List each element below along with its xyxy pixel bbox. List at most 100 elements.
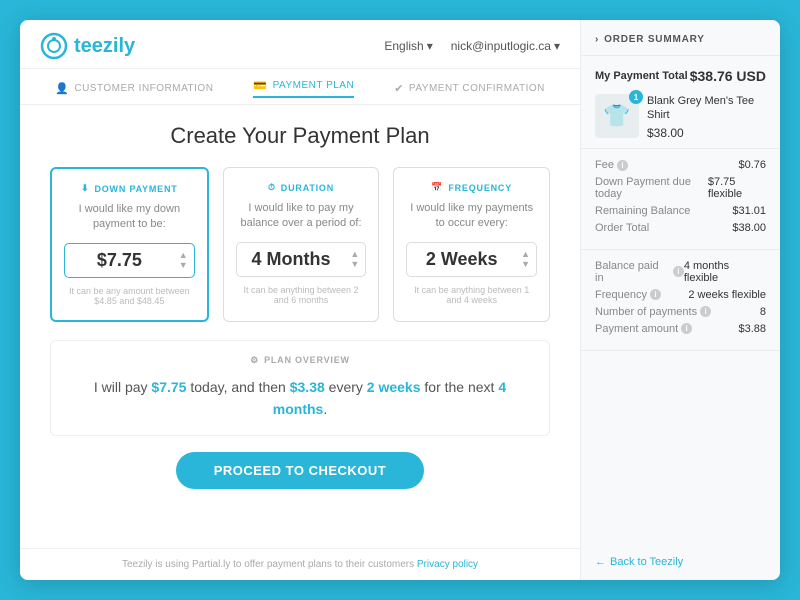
info-value-balance: 4 months flexible <box>684 260 766 284</box>
fee-label-fee: Fee i <box>595 159 628 171</box>
page-footer: Teezily is using Partial.ly to offer pay… <box>20 548 580 580</box>
info-row-amount: Payment amount i $3.88 <box>595 323 766 335</box>
footer-text: Teezily is using Partial.ly to offer pay… <box>122 559 414 570</box>
header-right: English ▾ nick@inputlogic.ca ▾ <box>384 39 560 53</box>
down-payment-card: ⬇ Down Payment I would like my down paym… <box>50 167 209 322</box>
duration-value: 4 Months <box>247 249 336 270</box>
info-label-frequency: Frequency i <box>595 289 661 301</box>
fee-value-fee: $0.76 <box>738 159 766 171</box>
down-payment-hint: It can be any amount between $4.85 and $… <box>64 286 195 306</box>
sidebar-total-value: $38.76 USD <box>690 68 766 84</box>
step-customer-info[interactable]: 👤 Customer Information <box>55 79 213 98</box>
down-payment-value: $7.75 <box>75 250 164 271</box>
step-payment-plan[interactable]: 💳 Payment Plan <box>253 79 354 98</box>
plan-intro: I will pay <box>94 379 152 395</box>
step-confirmation[interactable]: ✔ Payment Confirmation <box>394 79 545 98</box>
down-payment-up[interactable]: ▲ <box>179 251 188 260</box>
back-link[interactable]: ← Back to Teezily <box>581 544 780 580</box>
user-email: nick@inputlogic.ca <box>451 39 551 53</box>
duration-input[interactable]: 4 Months ▲ ▼ <box>236 242 367 277</box>
frequency-header: 📅 Frequency <box>406 182 537 193</box>
plan-recurring-amount: $3.38 <box>290 379 325 395</box>
fee-row-down: Down Payment due today $7.75 flexible <box>595 176 766 200</box>
duration-up[interactable]: ▲ <box>350 250 359 259</box>
fee-row-remaining: Remaining Balance $31.01 <box>595 205 766 217</box>
fee-value-down: $7.75 flexible <box>708 176 766 200</box>
info-rows: Balance paid in i 4 months flexible Freq… <box>581 250 780 351</box>
logo-text: teezily <box>74 35 135 58</box>
fee-label-down: Down Payment due today <box>595 176 708 200</box>
sidebar-total-section: My Payment Total $38.76 USD 👕 1 Blank Gr… <box>581 56 780 149</box>
fee-value-total: $38.00 <box>732 222 766 234</box>
product-price: $38.00 <box>647 126 766 140</box>
plan-overview-label: Plan Overview <box>264 355 350 365</box>
frequency-spinners: ▲ ▼ <box>521 250 530 269</box>
frequency-hint: It can be anything between 1 and 4 weeks <box>406 285 537 305</box>
down-payment-spinners: ▲ ▼ <box>179 251 188 270</box>
fee-label-remaining: Remaining Balance <box>595 205 690 217</box>
sidebar-title: Order Summary <box>604 34 705 45</box>
sidebar-header: › Order Summary <box>581 20 780 56</box>
plan-icon: ⚙ <box>250 355 259 366</box>
down-payment-icon: ⬇ <box>81 183 89 194</box>
step-confirmation-label: Payment Confirmation <box>409 83 545 94</box>
user-menu[interactable]: nick@inputlogic.ca ▾ <box>451 39 560 53</box>
frequency-input[interactable]: 2 Weeks ▲ ▼ <box>406 242 537 277</box>
duration-down[interactable]: ▼ <box>350 260 359 269</box>
plan-text: I will pay $7.75 today, and then $3.38 e… <box>71 376 529 421</box>
frequency-desc: I would like my payments to occur every: <box>406 201 537 232</box>
info-value-amount: $3.88 <box>738 323 766 335</box>
frequency-label: Frequency <box>448 183 512 193</box>
language-label: English <box>384 39 423 53</box>
duration-icon: ⏱ <box>268 182 276 193</box>
fee-info-icon: i <box>617 160 628 171</box>
step-payment-icon: 💳 <box>253 79 267 92</box>
page-title: Create Your Payment Plan <box>50 123 550 149</box>
fee-value-remaining: $31.01 <box>732 205 766 217</box>
language-arrow: ▾ <box>427 39 433 53</box>
step-customer-label: Customer Information <box>74 83 213 94</box>
fee-label-total: Order Total <box>595 222 649 234</box>
order-sidebar: › Order Summary My Payment Total $38.76 … <box>580 20 780 580</box>
frequency-down[interactable]: ▼ <box>521 260 530 269</box>
info-row-balance: Balance paid in i 4 months flexible <box>595 260 766 284</box>
info-label-balance: Balance paid in i <box>595 260 684 284</box>
back-arrow: ← <box>595 556 606 568</box>
info-label-payments: Number of payments i <box>595 306 711 318</box>
page-header: teezily English ▾ nick@inputlogic.ca ▾ <box>20 20 580 69</box>
plan-today-label: today, and then <box>186 379 289 395</box>
fee-row-fee: Fee i $0.76 <box>595 159 766 171</box>
fee-rows: Fee i $0.76 Down Payment due today $7.75… <box>581 149 780 250</box>
plan-frequency: 2 weeks <box>367 379 421 395</box>
plan-tail: for the next <box>421 379 499 395</box>
sidebar-total-label: My Payment Total <box>595 70 688 82</box>
duration-spinners: ▲ ▼ <box>350 250 359 269</box>
privacy-link[interactable]: Privacy policy <box>417 559 478 570</box>
language-selector[interactable]: English ▾ <box>384 39 432 53</box>
duration-card: ⏱ Duration I would like to pay my balanc… <box>223 167 380 322</box>
amount-info-icon: i <box>681 323 692 334</box>
checkout-button[interactable]: Proceed to Checkout <box>176 452 425 489</box>
plan-end: . <box>323 401 327 417</box>
back-label: Back to Teezily <box>610 556 683 568</box>
product-image: 👕 <box>603 103 630 129</box>
freq-info-icon: i <box>650 289 661 300</box>
payments-info-icon: i <box>700 306 711 317</box>
info-row-frequency: Frequency i 2 weeks flexible <box>595 289 766 301</box>
down-payment-input[interactable]: $7.75 ▲ ▼ <box>64 243 195 278</box>
duration-header: ⏱ Duration <box>236 182 367 193</box>
duration-hint: It can be anything between 2 and 6 month… <box>236 285 367 305</box>
frequency-card: 📅 Frequency I would like my payments to … <box>393 167 550 322</box>
step-customer-icon: 👤 <box>55 82 69 95</box>
frequency-up[interactable]: ▲ <box>521 250 530 259</box>
down-payment-down[interactable]: ▼ <box>179 261 188 270</box>
step-payment-label: Payment Plan <box>273 80 355 91</box>
balance-info-icon: i <box>673 266 684 277</box>
product-thumbnail: 👕 1 <box>595 94 639 138</box>
payment-cards: ⬇ Down Payment I would like my down paym… <box>50 167 550 322</box>
sidebar-chevron: › <box>595 34 599 45</box>
checkout-wrapper: Proceed to Checkout <box>50 452 550 489</box>
fee-row-total: Order Total $38.00 <box>595 222 766 234</box>
info-row-payments: Number of payments i 8 <box>595 306 766 318</box>
steps-nav: 👤 Customer Information 💳 Payment Plan ✔ … <box>20 69 580 105</box>
